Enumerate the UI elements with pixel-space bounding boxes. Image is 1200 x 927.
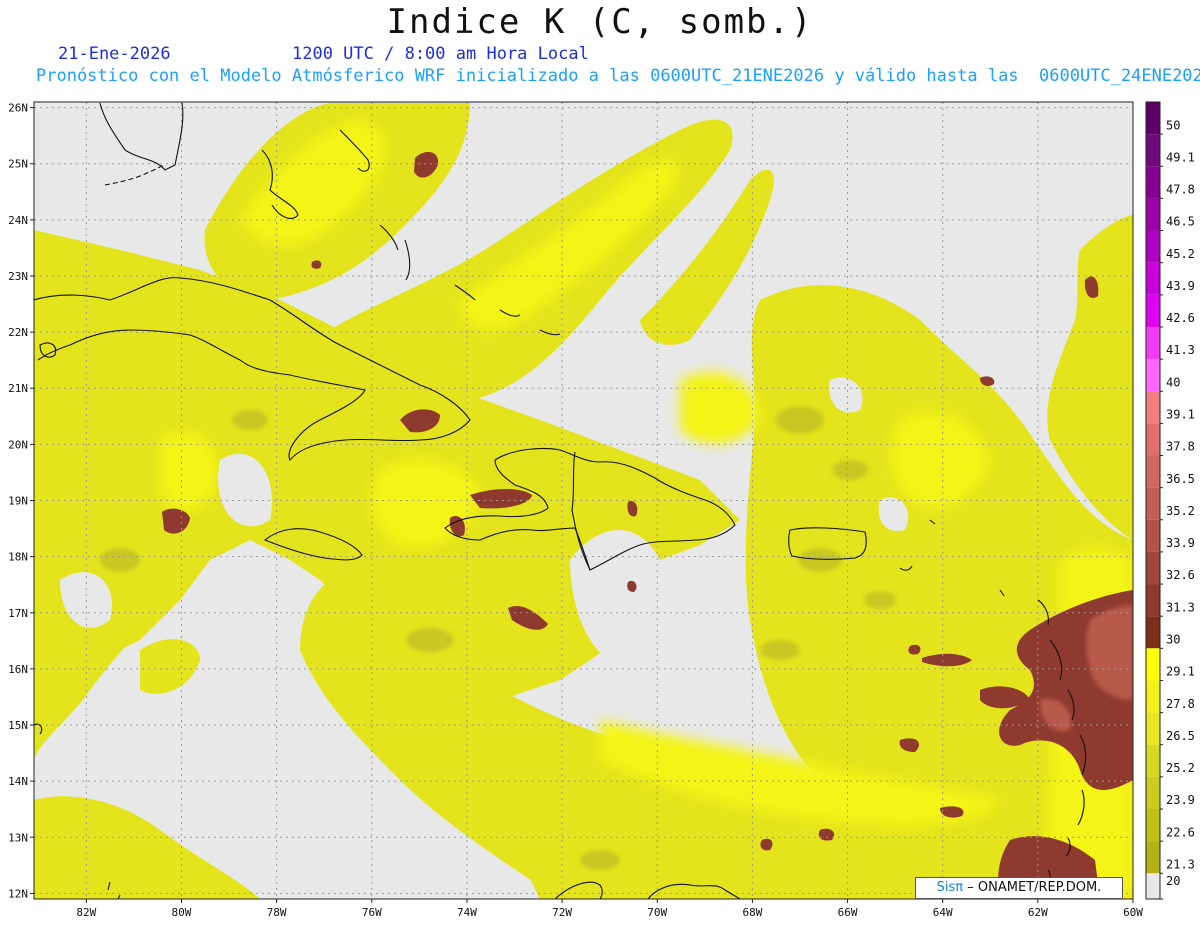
colorbar-label: 30: [1166, 632, 1180, 646]
colorbar-swatch: [1146, 359, 1160, 392]
y-tick-label: 14N: [8, 775, 28, 788]
colorbar-swatch: [1146, 744, 1160, 777]
colorbar-label: 36.5: [1166, 472, 1195, 486]
y-tick-label: 26N: [8, 102, 28, 115]
colorbar-swatch: [1146, 230, 1160, 263]
y-tick-label: 20N: [8, 438, 28, 451]
colorbar-swatch: [1146, 423, 1160, 456]
colorbar-label: 25.2: [1166, 761, 1195, 775]
colorbar-swatch: [1146, 487, 1160, 520]
colorbar-label: 49.1: [1166, 150, 1195, 164]
y-tick-label: 23N: [8, 270, 28, 283]
colorbar-swatch: [1146, 551, 1160, 585]
colorbar-label: 43.9: [1166, 279, 1195, 293]
y-tick-label: 22N: [8, 326, 28, 339]
colorbar-swatch: [1146, 391, 1160, 424]
colorbar-label: 27.8: [1166, 697, 1195, 711]
x-tick-label: 74W: [457, 906, 477, 919]
colorbar-swatch: [1146, 294, 1160, 327]
x-tick-label: 76W: [362, 906, 382, 919]
colorbar-swatch: [1146, 616, 1160, 649]
colorbar-swatch: [1146, 519, 1160, 552]
colorbar-label: 40: [1166, 375, 1180, 389]
colorbar-swatch: [1146, 712, 1160, 745]
colorbar-label: 39.1: [1166, 408, 1195, 422]
y-tick-label: 25N: [8, 158, 28, 171]
forecast-map: 26N 25N 24N 23N 22N 21N 20N 19N 18N 17N 16N 15N 14N 1…: [8, 101, 1195, 919]
colorbar-label: 45.2: [1166, 247, 1195, 261]
x-tick-label: 78W: [267, 906, 287, 919]
colorbar-label: 22.6: [1166, 825, 1195, 839]
colorbar-swatch: [1146, 776, 1160, 810]
y-tick-label: 17N: [8, 607, 28, 620]
colorbar-swatch: [1146, 841, 1160, 874]
y-tick-label: 15N: [8, 719, 28, 732]
y-tick-label: 16N: [8, 663, 28, 676]
credit-text: – ONAMET/REP.DOM.: [967, 880, 1102, 895]
x-tick-label: 72W: [552, 906, 572, 919]
colorbar-swatch: [1146, 166, 1160, 199]
sispi-logo: Sisπ: [936, 880, 964, 895]
colorbar-swatch: [1146, 455, 1160, 488]
colorbar-label: 31.3: [1166, 600, 1195, 614]
colorbar-swatch: [1146, 584, 1160, 617]
colorbar-label: 50: [1166, 118, 1180, 132]
colorbar-label: 32.6: [1166, 568, 1195, 582]
colorbar-label: 20: [1166, 874, 1180, 888]
colorbar-swatch: [1146, 262, 1160, 295]
x-tick-label: 82W: [76, 906, 96, 919]
y-tick-label: 13N: [8, 831, 28, 844]
x-tick-label: 66W: [838, 906, 858, 919]
y-tick-label: 24N: [8, 214, 28, 227]
colorbar-label: 47.8: [1166, 183, 1195, 197]
colorbar-label: 35.2: [1166, 504, 1195, 518]
colorbar-swatch: [1146, 326, 1160, 360]
y-tick-label: 18N: [8, 551, 28, 564]
x-tick-label: 64W: [933, 906, 953, 919]
credit-box: Sisπ – ONAMET/REP.DOM.: [915, 877, 1123, 899]
x-tick-label: 68W: [742, 906, 762, 919]
colorbar-label: 26.5: [1166, 729, 1195, 743]
x-tick-label: 70W: [647, 906, 667, 919]
x-tick-label: 62W: [1028, 906, 1048, 919]
colorbar-label: 46.5: [1166, 215, 1195, 229]
colorbar-swatch: [1146, 680, 1160, 713]
colorbar-label: 41.3: [1166, 343, 1195, 357]
x-tick-label: 60W: [1123, 906, 1143, 919]
colorbar-label: 21.3: [1166, 857, 1195, 871]
y-tick-label: 19N: [8, 495, 28, 508]
colorbar-label: 37.8: [1166, 440, 1195, 454]
y-tick-label: 21N: [8, 382, 28, 395]
colorbar-label: 23.9: [1166, 793, 1195, 807]
colorbar-label: 29.1: [1166, 665, 1195, 679]
colorbar-swatch: [1146, 198, 1160, 231]
colorbar-swatch: [1146, 873, 1160, 899]
colorbar-swatch: [1146, 809, 1160, 842]
colorbar-swatch: [1146, 134, 1160, 167]
colorbar-label: 33.9: [1166, 536, 1195, 550]
y-tick-label: 12N: [8, 887, 28, 900]
y-axis-labels: 26N 25N 24N 23N 22N 21N 20N 19N 18N 17N 16N 15N 14N 1…: [8, 102, 28, 901]
colorbar: 50 49.1 47.8 46.5 45.2 43.9 42.6 41.3 40 39.1 37.8…: [1145, 101, 1195, 900]
colorbar-swatch: [1146, 102, 1160, 135]
x-axis-labels: 82W 80W 78W 76W 74W 72W 70W 68W 66W 64W 62W 60W: [76, 906, 1143, 919]
colorbar-swatch: [1146, 648, 1160, 681]
colorbar-label: 42.6: [1166, 311, 1195, 325]
x-tick-label: 80W: [172, 906, 192, 919]
